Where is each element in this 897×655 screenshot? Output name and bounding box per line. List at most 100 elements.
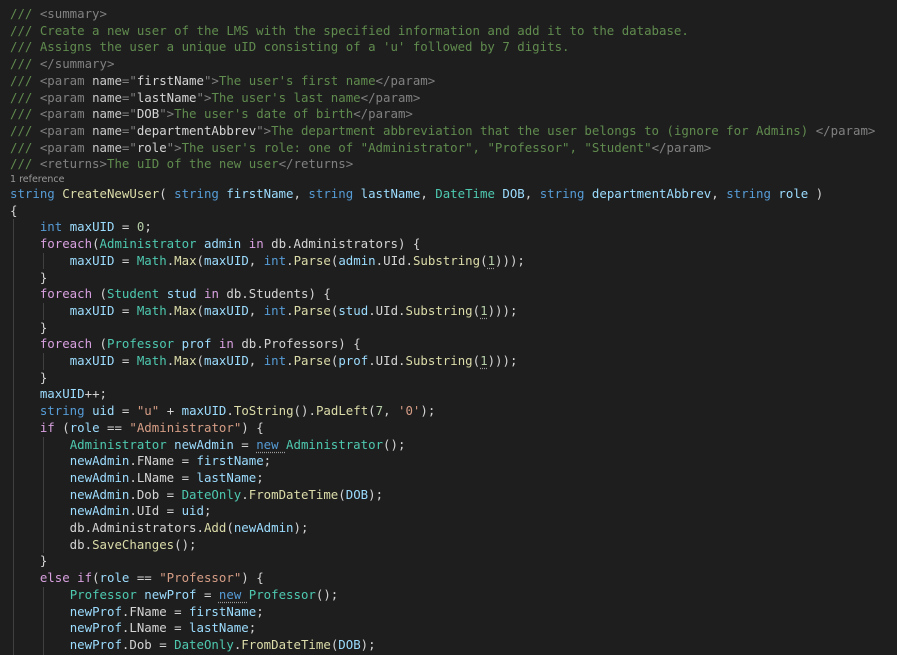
- doc-comment-line[interactable]: /// <param name="DOB">The user's date of…: [0, 106, 413, 123]
- code-token: )));: [487, 353, 518, 368]
- code-token: );: [293, 520, 309, 535]
- code-line[interactable]: foreach(Administrator admin in db.Admini…: [0, 236, 420, 253]
- doc-comment-line[interactable]: /// <returns>The uID of the new user</re…: [0, 156, 353, 173]
- code-line[interactable]: newProf.Dob = DateOnly.FromDateTime(DOB)…: [0, 637, 376, 654]
- code-token: (: [472, 353, 481, 368]
- code-editor[interactable]: 1 reference /// <summary>/// Create a ne…: [0, 0, 897, 655]
- code-token: 1: [480, 302, 488, 318]
- code-token: =: [233, 436, 257, 452]
- code-token: (: [99, 286, 107, 302]
- code-line[interactable]: int maxUID = 0;: [0, 219, 152, 236]
- code-token: .: [226, 403, 234, 419]
- code-token: ;: [144, 219, 152, 235]
- code-token: <param: [39, 106, 93, 122]
- code-token: newAdmin: [69, 486, 130, 502]
- code-token: FromDateTime: [248, 486, 339, 502]
- code-line[interactable]: }: [0, 320, 47, 337]
- code-token: ">: [196, 89, 212, 105]
- doc-comment-line[interactable]: /// <param name="departmentAbbrev">The d…: [0, 123, 875, 140]
- code-token: (: [338, 486, 346, 502]
- codelens-references[interactable]: 1 reference: [0, 174, 64, 186]
- code-line[interactable]: maxUID = Math.Max(maxUID, int.Parse(stud…: [0, 302, 518, 320]
- code-line[interactable]: foreach (Student stud in db.Students) {: [0, 286, 331, 303]
- code-line[interactable]: }: [0, 553, 47, 570]
- code-token: )));: [495, 252, 525, 268]
- code-token: newProf: [69, 620, 122, 636]
- doc-comment-line[interactable]: /// </summary>: [0, 56, 114, 73]
- code-line[interactable]: maxUID = Math.Max(maxUID, int.Parse(prof…: [0, 353, 518, 370]
- code-line[interactable]: newAdmin.FName = firstName;: [0, 453, 271, 470]
- code-token: (: [196, 353, 205, 368]
- code-token: int: [263, 302, 287, 318]
- code-token: <param: [39, 139, 93, 155]
- code-token: prof: [338, 353, 369, 368]
- code-line[interactable]: string uid = "u" + maxUID.ToString().Pad…: [0, 403, 435, 420]
- doc-comment-line[interactable]: /// <summary>: [0, 6, 107, 23]
- code-line[interactable]: string CreateNewUser( string firstName, …: [0, 186, 823, 203]
- code-token: .LName =: [129, 469, 197, 485]
- code-token: else if: [39, 570, 93, 586]
- code-token: int: [263, 252, 287, 268]
- code-token: .UId.: [375, 252, 413, 268]
- code-token: maxUID: [181, 403, 227, 419]
- code-token: newAdmin: [69, 469, 130, 485]
- code-token: ///: [10, 122, 40, 138]
- code-token: stud: [166, 286, 204, 302]
- doc-comment-line[interactable]: /// <param name="lastName">The user's la…: [0, 90, 420, 107]
- code-line[interactable]: maxUID = Math.Max(maxUID, int.Parse(admi…: [0, 253, 525, 270]
- doc-comment-line[interactable]: /// Create a new user of the LMS with th…: [0, 23, 689, 40]
- code-token: The uID of the new user: [106, 156, 279, 172]
- code-line[interactable]: {: [0, 203, 17, 220]
- code-line[interactable]: maxUID++;: [0, 386, 107, 403]
- code-token: =: [114, 302, 137, 318]
- code-line[interactable]: db.Administrators.Add(newAdmin);: [0, 520, 309, 537]
- code-token: name: [92, 72, 122, 88]
- code-token: 1: [487, 252, 496, 268]
- doc-comment-line[interactable]: /// Assigns the user a unique uID consis…: [0, 39, 570, 56]
- code-token: </param>: [815, 122, 876, 138]
- code-token: foreach: [39, 336, 100, 352]
- code-token: string: [539, 186, 592, 201]
- code-token: db.Administrators.: [10, 520, 204, 535]
- code-token: .UId =: [129, 503, 182, 519]
- code-token: new: [218, 586, 249, 602]
- code-token: Parse: [293, 252, 331, 268]
- doc-comment-line[interactable]: /// <param name="firstName">The user's f…: [0, 73, 435, 90]
- code-line[interactable]: }: [0, 270, 47, 287]
- code-line[interactable]: newAdmin.LName = lastName;: [0, 470, 264, 487]
- code-token: int: [263, 353, 287, 368]
- code-line[interactable]: newProf.FName = firstName;: [0, 604, 264, 621]
- code-token: Substring: [405, 302, 473, 318]
- code-token: =": [121, 106, 137, 122]
- code-line[interactable]: if (role == "Administrator") {: [0, 420, 264, 437]
- code-token: lastName: [136, 89, 197, 105]
- code-token: )));: [487, 302, 518, 318]
- code-token: int: [39, 219, 70, 235]
- code-line[interactable]: db.SaveChanges();: [0, 537, 197, 554]
- code-line[interactable]: newAdmin.Dob = DateOnly.FromDateTime(DOB…: [0, 487, 383, 504]
- code-token: ==: [129, 570, 160, 586]
- code-token: <returns>: [39, 156, 107, 172]
- code-token: maxUID: [69, 353, 115, 368]
- code-token: ) {: [241, 419, 264, 435]
- code-token: Math: [136, 353, 167, 368]
- code-line[interactable]: }: [0, 370, 47, 387]
- code-line[interactable]: Administrator newAdmin = new Administrat…: [0, 436, 406, 454]
- code-token: ;: [248, 620, 257, 636]
- doc-comment-line[interactable]: /// <param name="role">The user's role: …: [0, 140, 711, 157]
- code-token: </returns>: [278, 156, 354, 172]
- code-token: stud: [338, 302, 369, 318]
- code-line[interactable]: Professor newProf = new Professor();: [0, 586, 339, 604]
- code-token: string: [10, 186, 63, 201]
- code-token: The user's first name: [218, 72, 376, 88]
- code-line[interactable]: foreach (Professor prof in db.Professors…: [0, 336, 361, 353]
- code-token: ();: [174, 536, 197, 552]
- code-line[interactable]: newAdmin.UId = uid;: [0, 503, 212, 520]
- code-token: =: [114, 353, 137, 368]
- code-line[interactable]: newProf.LName = lastName;: [0, 620, 257, 637]
- code-token: ;: [203, 503, 212, 519]
- code-token: newAdmin: [233, 520, 294, 535]
- code-line[interactable]: else if(role == "Professor") {: [0, 570, 264, 587]
